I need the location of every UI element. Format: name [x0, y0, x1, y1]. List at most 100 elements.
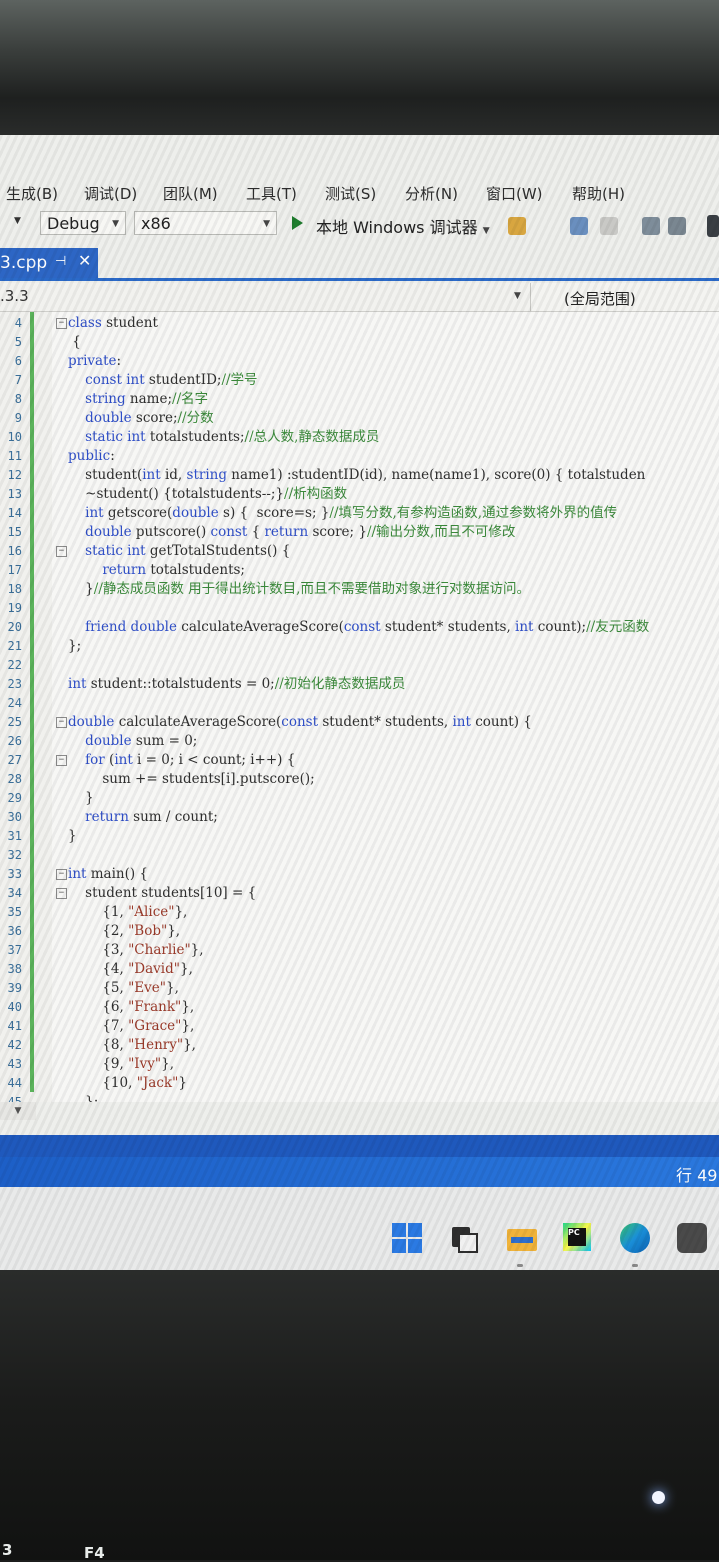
collapse-icon[interactable]: − [56, 888, 67, 899]
line-number: 35 [7, 905, 22, 919]
collapse-icon[interactable]: − [56, 318, 67, 329]
code-text: { [68, 334, 81, 350]
code-line: 6 private: [0, 352, 719, 371]
chevron-down-icon: ▼ [263, 219, 270, 229]
code-line: 38 {4, "David"}, [0, 960, 719, 979]
code-line: 16 − static int getTotalStudents() { [0, 542, 719, 561]
code-line: 7 const int studentID;//学号 [0, 371, 719, 390]
code-line: 19 [0, 599, 719, 618]
chevron-down-icon[interactable]: ▼ [0, 1102, 36, 1120]
attach-icon[interactable] [508, 217, 526, 235]
code-text: friend double calculateAverageScore(cons… [85, 619, 650, 635]
code-text: double sum = 0; [85, 733, 198, 749]
debugger-button[interactable]: 本地 Windows 调试器 ▼ [316, 214, 490, 238]
line-indicator: 行 49 [676, 1166, 718, 1185]
toolbar-dropdown-icon[interactable]: ▼ [14, 216, 21, 226]
status-bar: 行 49 [0, 1157, 719, 1187]
code-text: sum += students[i].putscore(); [68, 771, 315, 787]
code-line: 11 public: [0, 447, 719, 466]
code-text: class student [68, 315, 158, 331]
code-line: 18 }//静态成员函数 用于得出统计数目,而且不需要借助对象进行对数据访问。 [0, 580, 719, 599]
line-number: 30 [7, 810, 22, 824]
code-text: {3, "Charlie"}, [68, 942, 204, 958]
file-explorer-icon[interactable] [507, 1223, 537, 1253]
comment-icon[interactable] [600, 217, 618, 235]
platform-select[interactable]: x86 ▼ [134, 211, 277, 235]
menu-help[interactable]: 帮助(H) [572, 183, 625, 204]
tab-label: 3.cpp [0, 253, 48, 273]
tab-source-file[interactable]: 3.cpp ⊣ ✕ [0, 248, 98, 278]
line-number: 17 [7, 563, 22, 577]
code-text: for (int i = 0; i < count; i++) { [85, 752, 296, 768]
code-line: 20 friend double calculateAverageScore(c… [0, 618, 719, 637]
code-text: } [68, 828, 77, 844]
code-editor[interactable]: 4− class student 5 {6 private: 7 const int s… [0, 312, 719, 1102]
config-select[interactable]: Debug ▼ [40, 211, 126, 235]
menu-bar: 生成(B) 调试(D) 团队(M) 工具(T) 测试(S) 分析(N) 窗口(W… [0, 175, 719, 207]
pycharm-icon[interactable]: PC [563, 1223, 593, 1253]
code-line: 33 − int main() { [0, 865, 719, 884]
ide-window: 生成(B) 调试(D) 团队(M) 工具(T) 测试(S) 分析(N) 窗口(W… [0, 135, 719, 1275]
line-number: 5 [14, 335, 22, 349]
collapse-icon[interactable]: − [56, 869, 67, 880]
menu-build[interactable]: 生成(B) [6, 183, 58, 204]
menu-tools[interactable]: 工具(T) [246, 183, 297, 204]
help-icon[interactable] [668, 217, 686, 235]
code-line: 41 {7, "Grace"}, [0, 1017, 719, 1036]
overflow-icon[interactable] [707, 215, 719, 237]
start-debug-icon[interactable] [292, 216, 303, 230]
running-indicator [632, 1264, 638, 1267]
line-number: 38 [7, 962, 22, 976]
task-view-icon[interactable] [448, 1223, 478, 1253]
power-light [652, 1491, 665, 1504]
code-text: student students[10] = { [68, 885, 257, 901]
code-line: 12 student(int id, string name1) :studen… [0, 466, 719, 485]
code-text: double score;//分数 [85, 410, 214, 426]
menu-debug[interactable]: 调试(D) [84, 183, 137, 204]
line-number: 40 [7, 1000, 22, 1014]
pin-icon[interactable]: ⊣ [55, 254, 66, 269]
windows-start-icon[interactable] [392, 1223, 422, 1253]
collapse-icon[interactable]: − [56, 717, 67, 728]
close-icon[interactable]: ✕ [78, 251, 91, 270]
line-number: 32 [7, 848, 22, 862]
chevron-down-icon[interactable]: ▼ [514, 291, 521, 301]
line-number: 31 [7, 829, 22, 843]
scope-select[interactable]: (全局范围) [530, 283, 719, 311]
code-line: 32 [0, 846, 719, 865]
code-line: 45 }; [0, 1093, 719, 1102]
code-line: 30 return sum / count; [0, 808, 719, 827]
collapse-icon[interactable]: − [56, 755, 67, 766]
menu-team[interactable]: 团队(M) [163, 183, 218, 204]
menu-window[interactable]: 窗口(W) [486, 183, 543, 204]
code-line: 24 [0, 694, 719, 713]
bookmark-icon[interactable] [570, 217, 588, 235]
code-line: 29 } [0, 789, 719, 808]
menu-test[interactable]: 测试(S) [325, 183, 376, 204]
line-number: 34 [7, 886, 22, 900]
project-scope[interactable]: .3.3 [0, 287, 29, 305]
line-number: 19 [7, 601, 22, 615]
code-line: 22 [0, 656, 719, 675]
app-icon[interactable] [677, 1223, 707, 1253]
menu-analyze[interactable]: 分析(N) [405, 183, 458, 204]
platform-value: x86 [141, 214, 171, 233]
line-number: 18 [7, 582, 22, 596]
code-line: 28 sum += students[i].putscore(); [0, 770, 719, 789]
code-line: 13 ~student() {totalstudents--;}//析构函数 [0, 485, 719, 504]
line-number: 41 [7, 1019, 22, 1033]
code-text: }; [68, 1094, 99, 1102]
code-text: {7, "Grace"}, [68, 1018, 195, 1034]
format-icon[interactable] [642, 217, 660, 235]
line-number: 7 [14, 373, 22, 387]
code-text: int main() { [68, 866, 149, 882]
line-number: 14 [7, 506, 22, 520]
code-line: 40 {6, "Frank"}, [0, 998, 719, 1017]
collapse-icon[interactable]: − [56, 546, 67, 557]
edge-icon[interactable] [620, 1223, 650, 1253]
line-number: 43 [7, 1057, 22, 1071]
line-number: 45 [7, 1095, 22, 1102]
code-line: 17 return totalstudents; [0, 561, 719, 580]
line-number: 33 [7, 867, 22, 881]
code-text: student(int id, string name1) :studentID… [68, 467, 646, 483]
